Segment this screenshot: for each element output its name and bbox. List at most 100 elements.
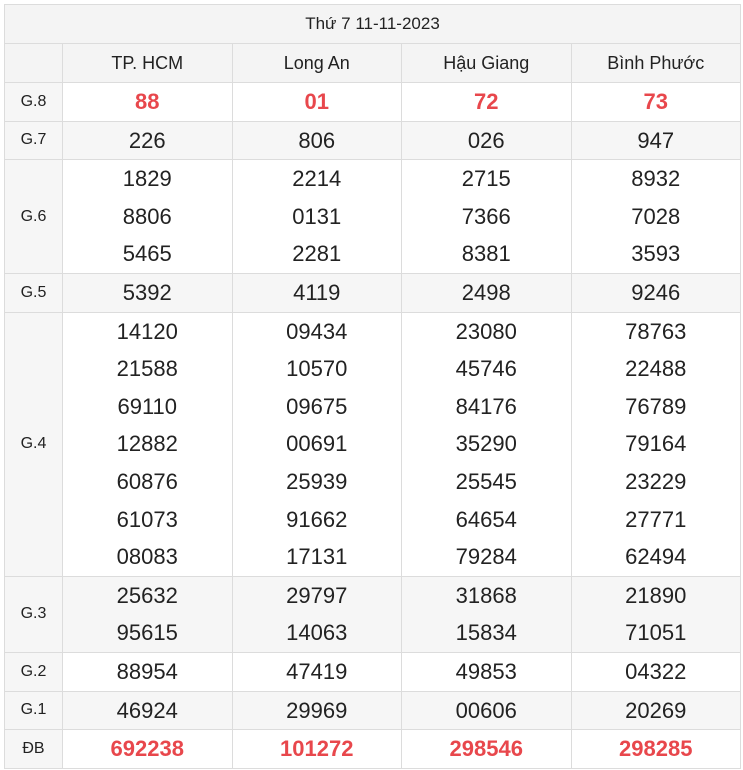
number-list: 29969: [233, 692, 402, 730]
winning-number: 15834: [455, 620, 517, 646]
prize-cell: 14120 21588 69110 12882 60876 61073 08083: [62, 311, 233, 577]
winning-number: 27771: [625, 506, 687, 532]
winning-number: 35290: [455, 431, 517, 457]
winning-number: 23080: [455, 318, 517, 344]
winning-number: 49853: [455, 658, 517, 684]
prize-row-7: G.1 46924 29969 00606 20269: [4, 690, 742, 731]
winning-number: 12882: [116, 431, 178, 457]
winning-number: 806: [298, 127, 336, 153]
winning-number: 2715: [461, 166, 511, 192]
winning-number: 692238: [110, 736, 184, 762]
number-list: 00606: [402, 692, 571, 730]
number-list: 47419: [233, 653, 402, 691]
prize-cell: 09434 10570 09675 00691 25939 91662 17131: [231, 311, 402, 577]
number-list: 101272: [233, 730, 402, 768]
winning-number: 45746: [455, 356, 517, 382]
province-header: TP. HCM: [62, 43, 233, 83]
winning-number: 25545: [455, 468, 517, 494]
winning-number: 21588: [116, 356, 178, 382]
prize-cell: 49853: [401, 651, 572, 692]
number-list: 8932 7028 3593: [572, 160, 741, 273]
prize-cell: 947: [570, 120, 742, 161]
province-header: Hậu Giang: [401, 43, 572, 83]
winning-number: 47419: [286, 658, 348, 684]
winning-number: 01: [304, 89, 329, 114]
number-list: 31868 15834: [402, 577, 571, 652]
number-list: 23080 45746 84176 35290 25545 64654 79284: [402, 313, 571, 576]
prize-cell: 101272: [231, 729, 402, 769]
prize-row-3: G.5 5392 4119 2498 9246: [4, 272, 742, 313]
winning-number: 46924: [116, 697, 178, 723]
winning-number: 00691: [286, 431, 348, 457]
number-list: 2214 0131 2281: [233, 160, 402, 273]
number-list: 04322: [572, 653, 741, 691]
province-header: Bình Phước: [570, 43, 742, 83]
number-list: 1829 8806 5465: [63, 160, 232, 273]
winning-number: 2498: [461, 279, 511, 305]
winning-number: 64654: [455, 506, 517, 532]
winning-number: 91662: [286, 506, 348, 532]
winning-number: 25632: [116, 582, 178, 608]
winning-number: 17131: [286, 544, 348, 570]
prize-cell: 47419: [231, 651, 402, 692]
prize-cell: 8932 7028 3593: [570, 159, 742, 274]
prize-cell: 00606: [401, 690, 572, 731]
number-list: 78763 22488 76789 79164 23229 27771 62494: [572, 313, 741, 576]
prize-cell: 2214 0131 2281: [231, 159, 402, 274]
winning-number: 62494: [625, 544, 687, 570]
winning-number: 7366: [461, 203, 511, 229]
winning-number: 947: [637, 127, 675, 153]
winning-number: 2214: [292, 166, 342, 192]
winning-number: 78763: [625, 318, 687, 344]
winning-number: 298285: [619, 736, 693, 762]
number-list: 4119: [233, 274, 402, 312]
winning-number: 09434: [286, 318, 348, 344]
winning-number: 60876: [116, 468, 178, 494]
winning-number: 08083: [116, 544, 178, 570]
number-list: 298546: [402, 730, 571, 768]
prize-cell: 78763 22488 76789 79164 23229 27771 62494: [570, 311, 742, 577]
prize-cell: 226: [62, 120, 233, 161]
winning-number: 9246: [631, 279, 681, 305]
winning-number: 00606: [455, 697, 517, 723]
winning-number: 1829: [122, 166, 172, 192]
prize-cell: 026: [401, 120, 572, 161]
prize-cell: 9246: [570, 272, 742, 313]
winning-number: 226: [128, 127, 166, 153]
number-list: 947: [572, 122, 741, 160]
prize-label: ĐB: [4, 729, 63, 769]
winning-number: 29797: [286, 582, 348, 608]
prize-label: G.7: [4, 120, 63, 161]
province-header: Long An: [231, 43, 402, 83]
prize-label: G.8: [4, 82, 63, 122]
winning-number: 84176: [455, 393, 517, 419]
prize-label: G.1: [4, 690, 63, 731]
prize-cell: 298285: [570, 729, 742, 769]
lottery-results-table: Thứ 7 11-11-2023 TP. HCM Long An Hậu Gia…: [3, 4, 742, 769]
winning-number: 61073: [116, 506, 178, 532]
prize-row-1: G.7 226 806 026 947: [4, 120, 742, 161]
prize-cell: 25632 95615: [62, 575, 233, 653]
number-list: 46924: [63, 692, 232, 730]
winning-number: 10570: [286, 356, 348, 382]
winning-number: 3593: [631, 241, 681, 267]
prize-row-4: G.4 14120 21588 69110 12882 60876 61073 08083 09…: [4, 311, 742, 577]
province-header-row: TP. HCM Long An Hậu Giang Bình Phước: [4, 43, 742, 83]
winning-number: 298546: [449, 736, 523, 762]
winning-number: 09675: [286, 393, 348, 419]
winning-number: 04322: [625, 658, 687, 684]
winning-number: 29969: [286, 697, 348, 723]
prize-cell: 46924: [62, 690, 233, 731]
prize-row-6: G.2 88954 47419 49853 04322: [4, 651, 742, 692]
winning-number: 22488: [625, 356, 687, 382]
prize-row-2: G.6 1829 8806 5465 2214 0131 2281 2715 7366 8381 8…: [4, 159, 742, 274]
prize-cell: 2715 7366 8381: [401, 159, 572, 274]
prize-label: G.5: [4, 272, 63, 313]
prize-cell: 29797 14063: [231, 575, 402, 653]
winning-number: 95615: [116, 620, 178, 646]
prize-cell: 21890 71051: [570, 575, 742, 653]
winning-number: 2281: [292, 241, 342, 267]
number-list: 298285: [572, 730, 741, 768]
number-list: 72: [402, 83, 571, 121]
winning-number: 88: [135, 89, 160, 114]
